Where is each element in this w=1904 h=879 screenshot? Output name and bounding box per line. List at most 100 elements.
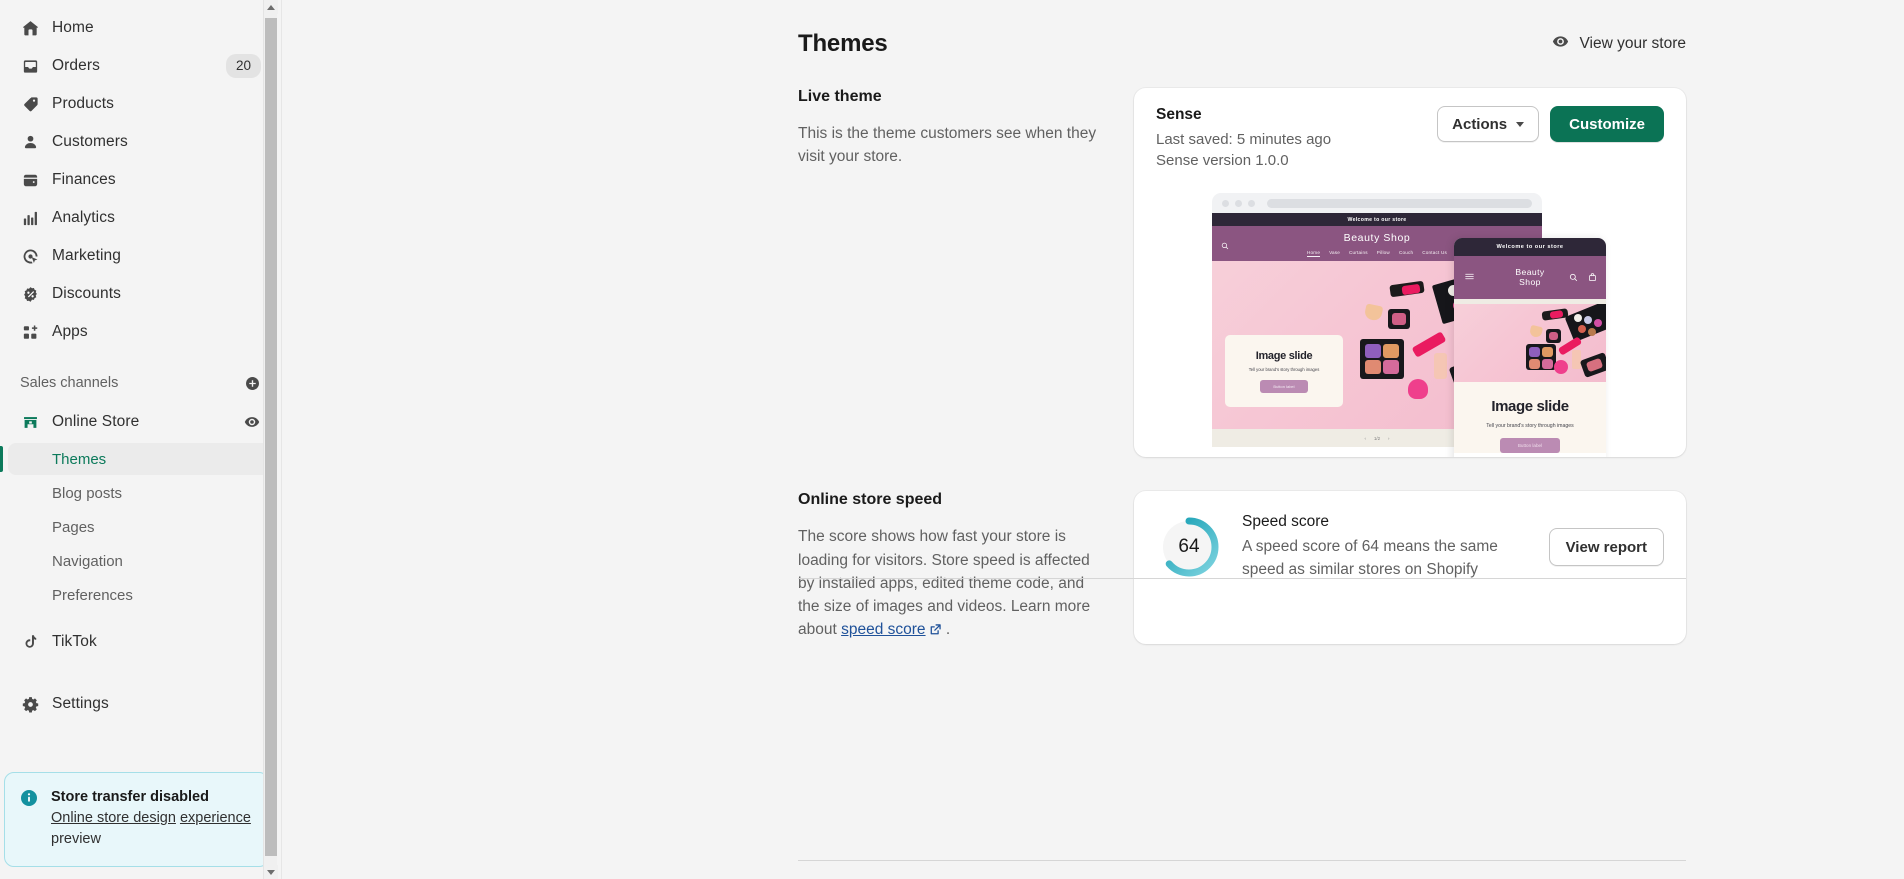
theme-card-header: Sense Last saved: 5 minutes ago Sense ve… — [1134, 88, 1686, 171]
browser-url-bar — [1267, 198, 1532, 208]
sidebar-item-label: Orders — [52, 57, 100, 74]
actions-button-label: Actions — [1452, 115, 1508, 133]
eye-icon — [1551, 32, 1570, 56]
sidebar-item-products[interactable]: Products — [8, 86, 271, 122]
store-speed-description: The score shows how fast your store is l… — [798, 525, 1108, 643]
speed-score-value: 64 — [1178, 536, 1200, 558]
theme-name: Sense — [1156, 106, 1202, 123]
marketing-target-icon — [20, 246, 40, 266]
discounts-percent-icon — [20, 284, 40, 304]
preview-slide-button-mobile: Button label — [1500, 438, 1560, 454]
info-circle-icon — [19, 788, 39, 808]
analytics-bars-icon — [20, 208, 40, 228]
info-banner-text: Store transfer disabled Online store des… — [51, 787, 254, 850]
scrollbar-thumb[interactable] — [265, 18, 277, 856]
sidebar-item-label: Home — [52, 19, 94, 36]
sidebar-item-tiktok[interactable]: TikTok — [8, 624, 271, 660]
hamburger-icon — [1464, 269, 1475, 287]
store-transfer-info-banner: Store transfer disabled Online store des… — [4, 771, 269, 867]
chevron-down-icon — [1516, 121, 1525, 127]
preview-slide-subtitle-mobile: Tell your brand's story through images — [1486, 423, 1574, 430]
speed-score-card: 64 Speed score A speed score of 64 means… — [1134, 491, 1686, 644]
sidebar-item-customers[interactable]: Customers — [8, 124, 271, 160]
sidebar-item-orders[interactable]: Orders 20 — [8, 48, 271, 84]
preview-store-header-mobile: Beauty Shop — [1454, 256, 1606, 300]
scroll-up-arrow[interactable] — [264, 0, 278, 14]
storefront-icon — [20, 412, 40, 432]
info-banner-tail: preview — [51, 830, 101, 847]
carousel-next-icon: › — [1388, 435, 1390, 441]
view-your-store-button[interactable]: View your store — [1551, 32, 1686, 56]
theme-preview-area: Welcome to our store Beauty Shop Home Va… — [1134, 193, 1686, 458]
sidebar-item-label: TikTok — [52, 633, 97, 650]
preview-store-name-mobile: Beauty Shop — [1515, 267, 1544, 288]
sidebar-subitem-label: Blog posts — [52, 484, 123, 502]
browser-dot-icon — [1248, 199, 1255, 207]
home-icon — [20, 18, 40, 38]
sidebar-item-home[interactable]: Home — [8, 10, 271, 46]
sidebar-item-preferences[interactable]: Preferences — [8, 579, 271, 611]
external-link-icon — [929, 620, 942, 643]
sidebar-item-pages[interactable]: Pages — [8, 511, 271, 543]
products-tag-icon — [20, 94, 40, 114]
preview-slide-block-mobile: Image slide Tell your brand's story thro… — [1454, 382, 1606, 454]
preview-slide-button: Button label — [1260, 379, 1308, 393]
actions-button[interactable]: Actions — [1437, 106, 1540, 142]
customers-person-icon — [20, 132, 40, 152]
eye-icon[interactable] — [243, 413, 261, 431]
sidebar-item-themes[interactable]: Themes — [0, 443, 271, 475]
section-divider-bottom — [798, 860, 1686, 861]
sidebar-subitem-label: Navigation — [52, 552, 123, 570]
sidebar-item-settings[interactable]: Settings — [8, 686, 271, 722]
online-store-design-link-cont[interactable]: experience — [180, 810, 251, 826]
view-your-store-label: View your store — [1579, 35, 1686, 52]
preview-slide-title: Image slide — [1255, 349, 1313, 362]
sidebar-item-apps[interactable]: Apps — [8, 314, 271, 350]
speed-score-description: A speed score of 64 means the same speed… — [1242, 538, 1498, 578]
scroll-down-arrow[interactable] — [264, 865, 278, 879]
theme-info: Sense Last saved: 5 minutes ago Sense ve… — [1156, 106, 1331, 171]
sidebar-item-label: Settings — [52, 695, 109, 712]
sidebar-subitem-label: Preferences — [52, 586, 133, 604]
sales-channels-header: Sales channels — [8, 366, 271, 400]
view-report-wrapper: View report — [1548, 528, 1664, 567]
sales-channels-title: Sales channels — [20, 375, 119, 391]
speed-score-text: Speed score A speed score of 64 means th… — [1242, 513, 1529, 581]
sidebar-scrollbar[interactable] — [263, 0, 278, 879]
online-store-design-link[interactable]: Online store design — [51, 810, 176, 826]
customize-button[interactable]: Customize — [1550, 106, 1664, 142]
sidebar-item-online-store[interactable]: Online Store — [8, 404, 271, 440]
sidebar-item-analytics[interactable]: Analytics — [8, 200, 271, 236]
page-header: Themes View your store — [798, 0, 1686, 62]
store-speed-section: Online store speed The score shows how f… — [798, 457, 1686, 644]
sidebar-subitem-label: Themes — [52, 450, 107, 468]
preview-nav-item: Contact Us — [1422, 250, 1447, 256]
view-report-label: View report — [1565, 538, 1647, 556]
sidebar-item-label: Analytics — [52, 209, 115, 226]
sidebar-item-finances[interactable]: Finances — [8, 162, 271, 198]
section-divider — [798, 578, 1686, 579]
view-report-button[interactable]: View report — [1548, 528, 1664, 567]
preview-nav-item: Vase — [1329, 250, 1341, 256]
mobile-preview-mock[interactable]: Welcome to our store Beauty Shop Image s… — [1454, 238, 1606, 458]
preview-slide-card: Image slide Tell your brand's story thro… — [1225, 335, 1343, 408]
main-content: Themes View your store Live theme This i… — [282, 0, 1904, 879]
preview-slide-title-mobile: Image slide — [1491, 398, 1569, 416]
apps-grid-icon — [20, 322, 40, 342]
carousel-prev-icon: ‹ — [1364, 435, 1366, 441]
speed-score-title: Speed score — [1242, 513, 1330, 531]
orders-count-badge: 20 — [225, 54, 261, 78]
preview-hero-image-mobile — [1454, 304, 1606, 383]
sidebar-subitem-label: Pages — [52, 518, 95, 536]
speed-score-link[interactable]: speed score — [841, 621, 925, 638]
theme-last-saved: Last saved: 5 minutes ago — [1156, 131, 1332, 148]
browser-chrome-bar — [1212, 193, 1542, 213]
sidebar-item-marketing[interactable]: Marketing — [8, 238, 271, 274]
sidebar-item-navigation[interactable]: Navigation — [8, 545, 271, 577]
preview-nav-item: Pillow — [1376, 250, 1390, 256]
preview-nav-item: Couch — [1398, 250, 1414, 256]
sidebar-item-blog-posts[interactable]: Blog posts — [8, 477, 271, 509]
shopify-admin-window: Home Orders 20 Products Customers Financ… — [0, 0, 1904, 879]
sidebar-item-discounts[interactable]: Discounts — [8, 276, 271, 312]
plus-circle-icon[interactable] — [244, 375, 261, 392]
